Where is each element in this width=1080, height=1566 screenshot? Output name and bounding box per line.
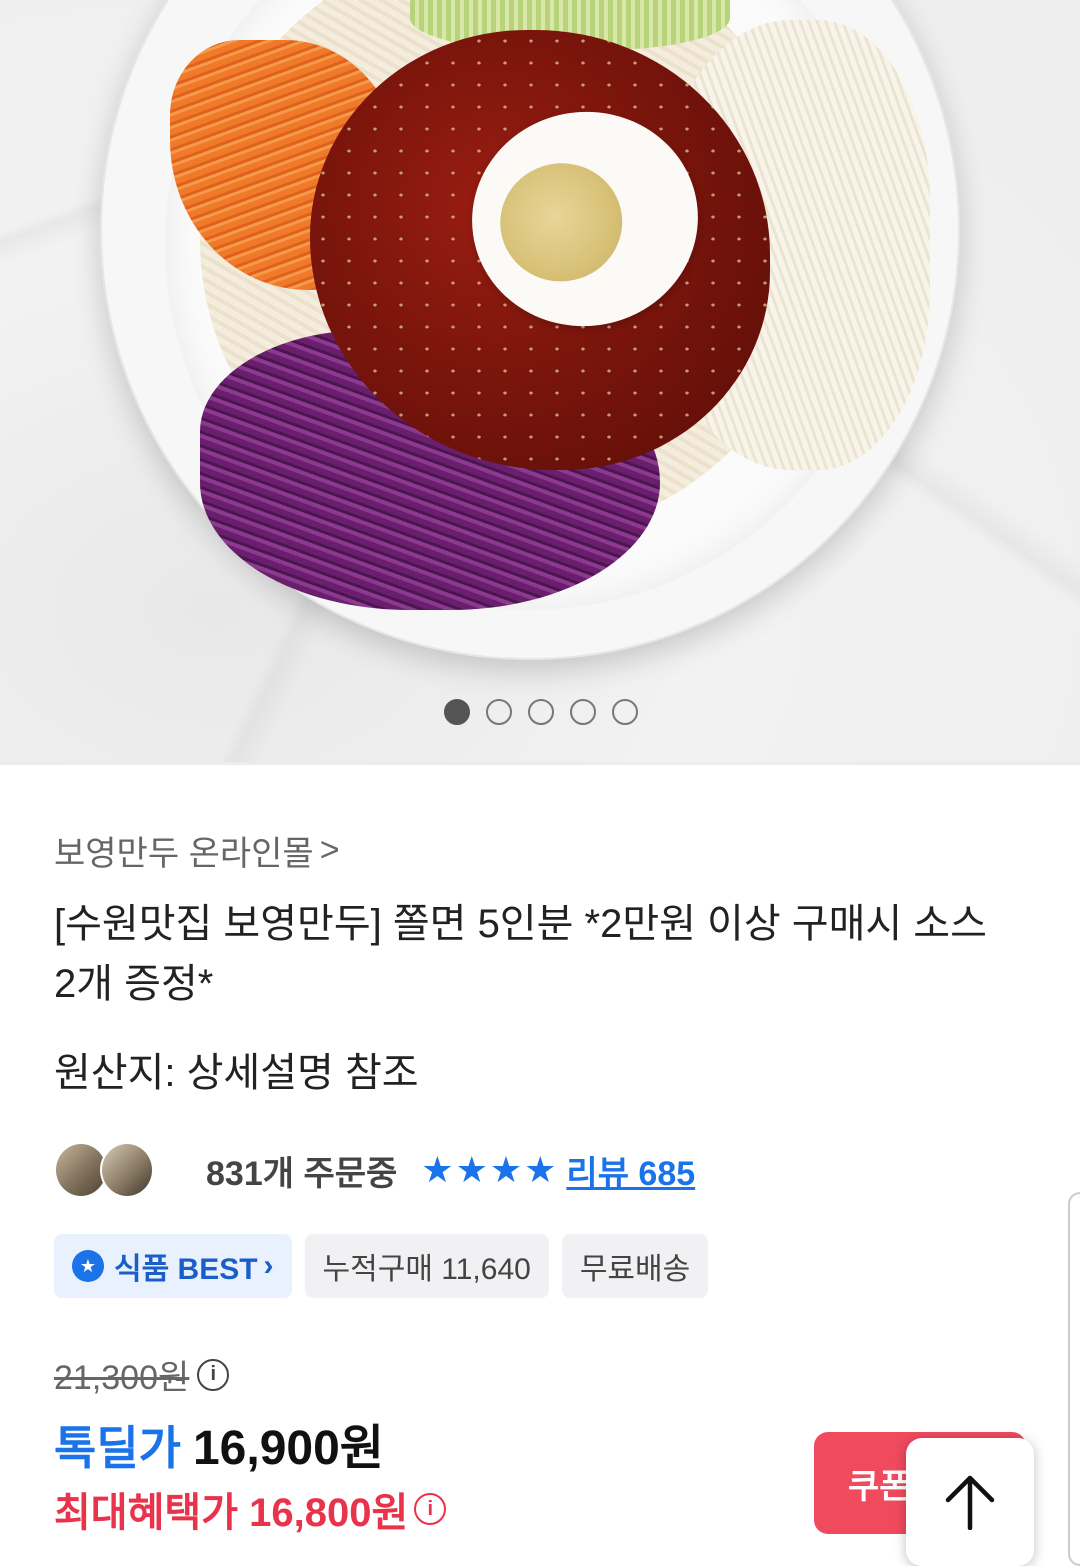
carousel-dot-2[interactable]: [486, 699, 512, 725]
scroll-to-top-button[interactable]: [906, 1438, 1034, 1566]
free-shipping-chip: 무료배송: [561, 1234, 709, 1298]
cumulative-purchase-chip: 누적구매 11,640: [304, 1234, 549, 1298]
star-icon: ★: [455, 1149, 488, 1190]
carousel-dot-3[interactable]: [528, 699, 554, 725]
chevron-right-icon: >: [319, 831, 340, 869]
store-link[interactable]: 보영만두 온라인몰 >: [54, 826, 340, 875]
star-icon: ★: [421, 1149, 454, 1190]
carousel-dot-1[interactable]: [444, 699, 470, 725]
chevron-right-icon: ›: [263, 1249, 274, 1282]
original-price: 21,300원: [54, 1359, 190, 1397]
deal-label: 톡딜가: [54, 1422, 181, 1474]
info-icon[interactable]: i: [197, 1358, 230, 1391]
product-origin: 원산지: 상세설명 참조: [54, 1051, 419, 1095]
egg-yolk: [492, 155, 630, 290]
product-title: [수원맛집 보영만두] 쫄면 5인분 *2만원 이상 구매시 소스 2개 증정*: [54, 902, 987, 1006]
max-benefit-row: 최대혜택가 16,800원 i: [54, 1480, 447, 1538]
review-link[interactable]: 리뷰 685: [566, 1146, 695, 1195]
divider: [0, 762, 1080, 765]
star-icon: ★: [524, 1149, 557, 1190]
store-name: 보영만두 온라인몰: [54, 835, 314, 873]
order-count: 831개 주문중: [206, 1154, 398, 1193]
shipping-label: 무료배송: [579, 1253, 691, 1286]
max-benefit-price: 최대혜택가 16,800원: [54, 1491, 409, 1535]
deal-price: 16,900원: [192, 1422, 384, 1475]
info-icon[interactable]: i: [414, 1493, 447, 1525]
best-chip-label: 식품 BEST: [114, 1253, 258, 1286]
coupon-label: 쿠폰: [848, 1467, 911, 1506]
arrow-up-icon: [945, 1475, 995, 1530]
carousel-indicator: [444, 699, 638, 725]
buyer-avatars: [54, 1142, 154, 1198]
carousel-dot-4[interactable]: [570, 699, 596, 725]
star-icon: ★: [489, 1149, 523, 1190]
product-image-carousel[interactable]: [0, 0, 1080, 762]
badge-star-icon: ★: [72, 1250, 104, 1282]
carousel-dot-5[interactable]: [612, 699, 638, 725]
best-category-chip[interactable]: ★ 식품 BEST ›: [54, 1234, 292, 1298]
rating-stars: ★ ★ ★ ★: [421, 1149, 556, 1191]
side-panel-handle[interactable]: [1068, 1192, 1080, 1566]
original-price-row: 21,300원 i: [54, 1350, 230, 1399]
product-badges: ★ 식품 BEST › 누적구매 11,640 무료배송: [54, 1234, 709, 1298]
social-proof-row: 831개 주문중 ★ ★ ★ ★ 리뷰 685: [54, 1140, 695, 1200]
deal-price-row: 톡딜가 16,900원: [54, 1408, 384, 1478]
avatar: [100, 1142, 154, 1198]
cumulative-label: 누적구매 11,640: [322, 1253, 531, 1286]
